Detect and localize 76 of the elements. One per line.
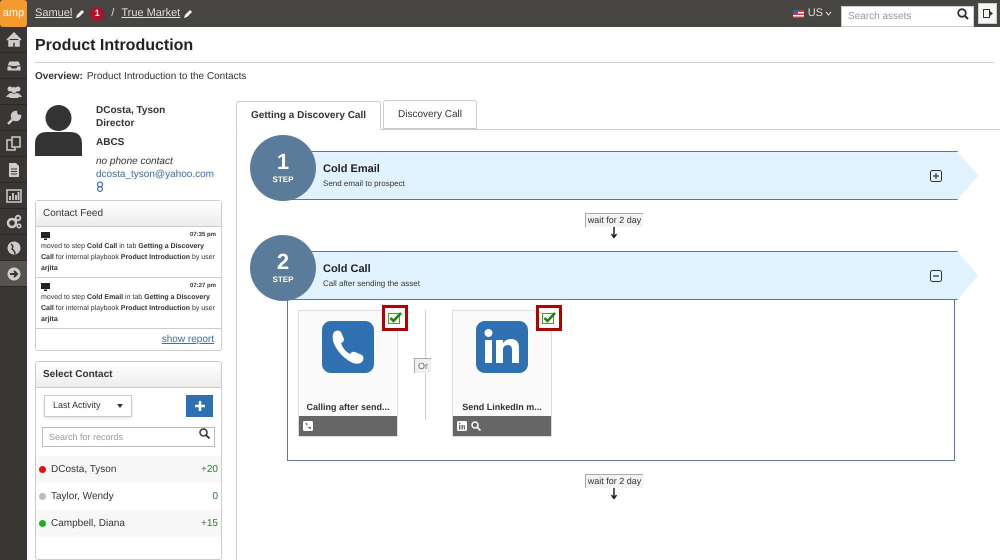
contact-company: ABCS bbox=[96, 136, 126, 149]
down-arrow-icon bbox=[611, 488, 617, 499]
search-icon[interactable] bbox=[471, 421, 481, 431]
contact-name: DCosta, Tyson bbox=[96, 104, 166, 117]
checkbox[interactable] bbox=[382, 305, 408, 331]
step-title: Cold Call bbox=[323, 262, 372, 278]
arrow-circle-icon bbox=[4, 264, 22, 282]
show-report-link[interactable]: show report bbox=[162, 332, 214, 347]
expand-icon[interactable] bbox=[930, 170, 942, 182]
panel-title: Contact Feed bbox=[36, 201, 221, 227]
search-field[interactable]: Search assets bbox=[841, 6, 974, 27]
chevron-down-icon bbox=[825, 11, 832, 16]
contact-name: DCosta, Tyson bbox=[51, 463, 116, 477]
step-subtitle: Send email to prospect bbox=[323, 178, 405, 190]
tab[interactable]: Getting a Discovery Call bbox=[236, 101, 382, 130]
checkmark-icon bbox=[542, 312, 556, 324]
person-silhouette-icon bbox=[35, 104, 82, 156]
checkmark-icon bbox=[388, 312, 402, 324]
contact-score: +15 bbox=[201, 517, 218, 531]
action-title: Send LinkedIn m... bbox=[461, 400, 543, 414]
tab[interactable]: Discovery Call bbox=[383, 100, 477, 129]
breadcrumb-separator: / bbox=[111, 6, 114, 22]
pencil-icon[interactable] bbox=[75, 8, 86, 18]
page-title: Product Introduction bbox=[35, 27, 994, 63]
caret-down-icon bbox=[117, 404, 123, 408]
panel-title: Select Contact bbox=[36, 362, 221, 388]
pencil-icon[interactable] bbox=[183, 8, 194, 18]
linkedin-icon[interactable] bbox=[457, 421, 467, 431]
bar-chart-icon bbox=[4, 186, 22, 204]
action-card[interactable]: Calling after send... bbox=[298, 310, 398, 437]
contact-phone: no phone contact bbox=[96, 155, 174, 168]
contact-row[interactable]: DCosta, Tyson +20 bbox=[36, 456, 221, 483]
action-title: Calling after send... bbox=[305, 400, 391, 414]
home-icon bbox=[4, 30, 22, 48]
wrench-icon bbox=[4, 108, 22, 126]
phone-icon bbox=[322, 321, 374, 373]
step-number-badge: 1 STEP bbox=[250, 135, 316, 201]
search-icon bbox=[199, 428, 210, 439]
add-button[interactable] bbox=[186, 395, 213, 417]
overview-label: Overview: bbox=[35, 70, 83, 84]
logout-button[interactable] bbox=[978, 3, 997, 24]
breadcrumb-link[interactable]: True Market bbox=[121, 5, 180, 22]
monitor-icon bbox=[41, 282, 50, 290]
contact-score: 0 bbox=[212, 490, 218, 504]
nav-button[interactable] bbox=[0, 261, 27, 287]
copy-icon bbox=[4, 134, 22, 152]
notification-badge: 1 bbox=[90, 6, 104, 20]
contact-role: Director bbox=[96, 117, 136, 130]
step-number-badge: 2 STEP bbox=[250, 235, 316, 301]
down-arrow-icon bbox=[611, 227, 617, 238]
contact-email[interactable]: dcosta_tyson@yahoo.com bbox=[96, 168, 214, 181]
wait-label: wait for 2 day bbox=[584, 213, 644, 227]
monitor-icon bbox=[41, 232, 50, 240]
us-flag-icon bbox=[792, 10, 804, 18]
connector-label: Or bbox=[414, 358, 431, 373]
globe-icon bbox=[4, 238, 22, 256]
collapse-icon[interactable] bbox=[930, 270, 942, 282]
contact-name: Taylor, Wendy bbox=[51, 490, 114, 504]
wait-label: wait for 2 day bbox=[584, 474, 644, 488]
phone-icon[interactable] bbox=[303, 421, 313, 431]
action-card[interactable]: Send LinkedIn m... bbox=[452, 310, 552, 437]
step-title: Cold Email bbox=[323, 162, 381, 178]
breadcrumb-link[interactable]: Samuel bbox=[35, 5, 72, 22]
overview-text: Product Introduction to the Contacts bbox=[86, 70, 246, 84]
search-icon bbox=[957, 8, 969, 20]
logout-icon bbox=[982, 9, 992, 18]
contact-score: +20 bbox=[201, 463, 218, 477]
plus-icon bbox=[194, 401, 204, 411]
checkbox[interactable] bbox=[536, 305, 562, 331]
record-search-field[interactable]: Search for records bbox=[42, 427, 215, 447]
contact-name: Campbell, Diana bbox=[51, 517, 125, 531]
sort-dropdown[interactable]: Last Activity bbox=[44, 395, 132, 417]
step-subtitle: Call after sending the asset bbox=[323, 278, 420, 290]
locale-dropdown[interactable]: US bbox=[808, 5, 832, 22]
contact-row[interactable]: Campbell, Diana +15 bbox=[36, 510, 221, 537]
linkedin-logo-icon bbox=[476, 321, 528, 373]
